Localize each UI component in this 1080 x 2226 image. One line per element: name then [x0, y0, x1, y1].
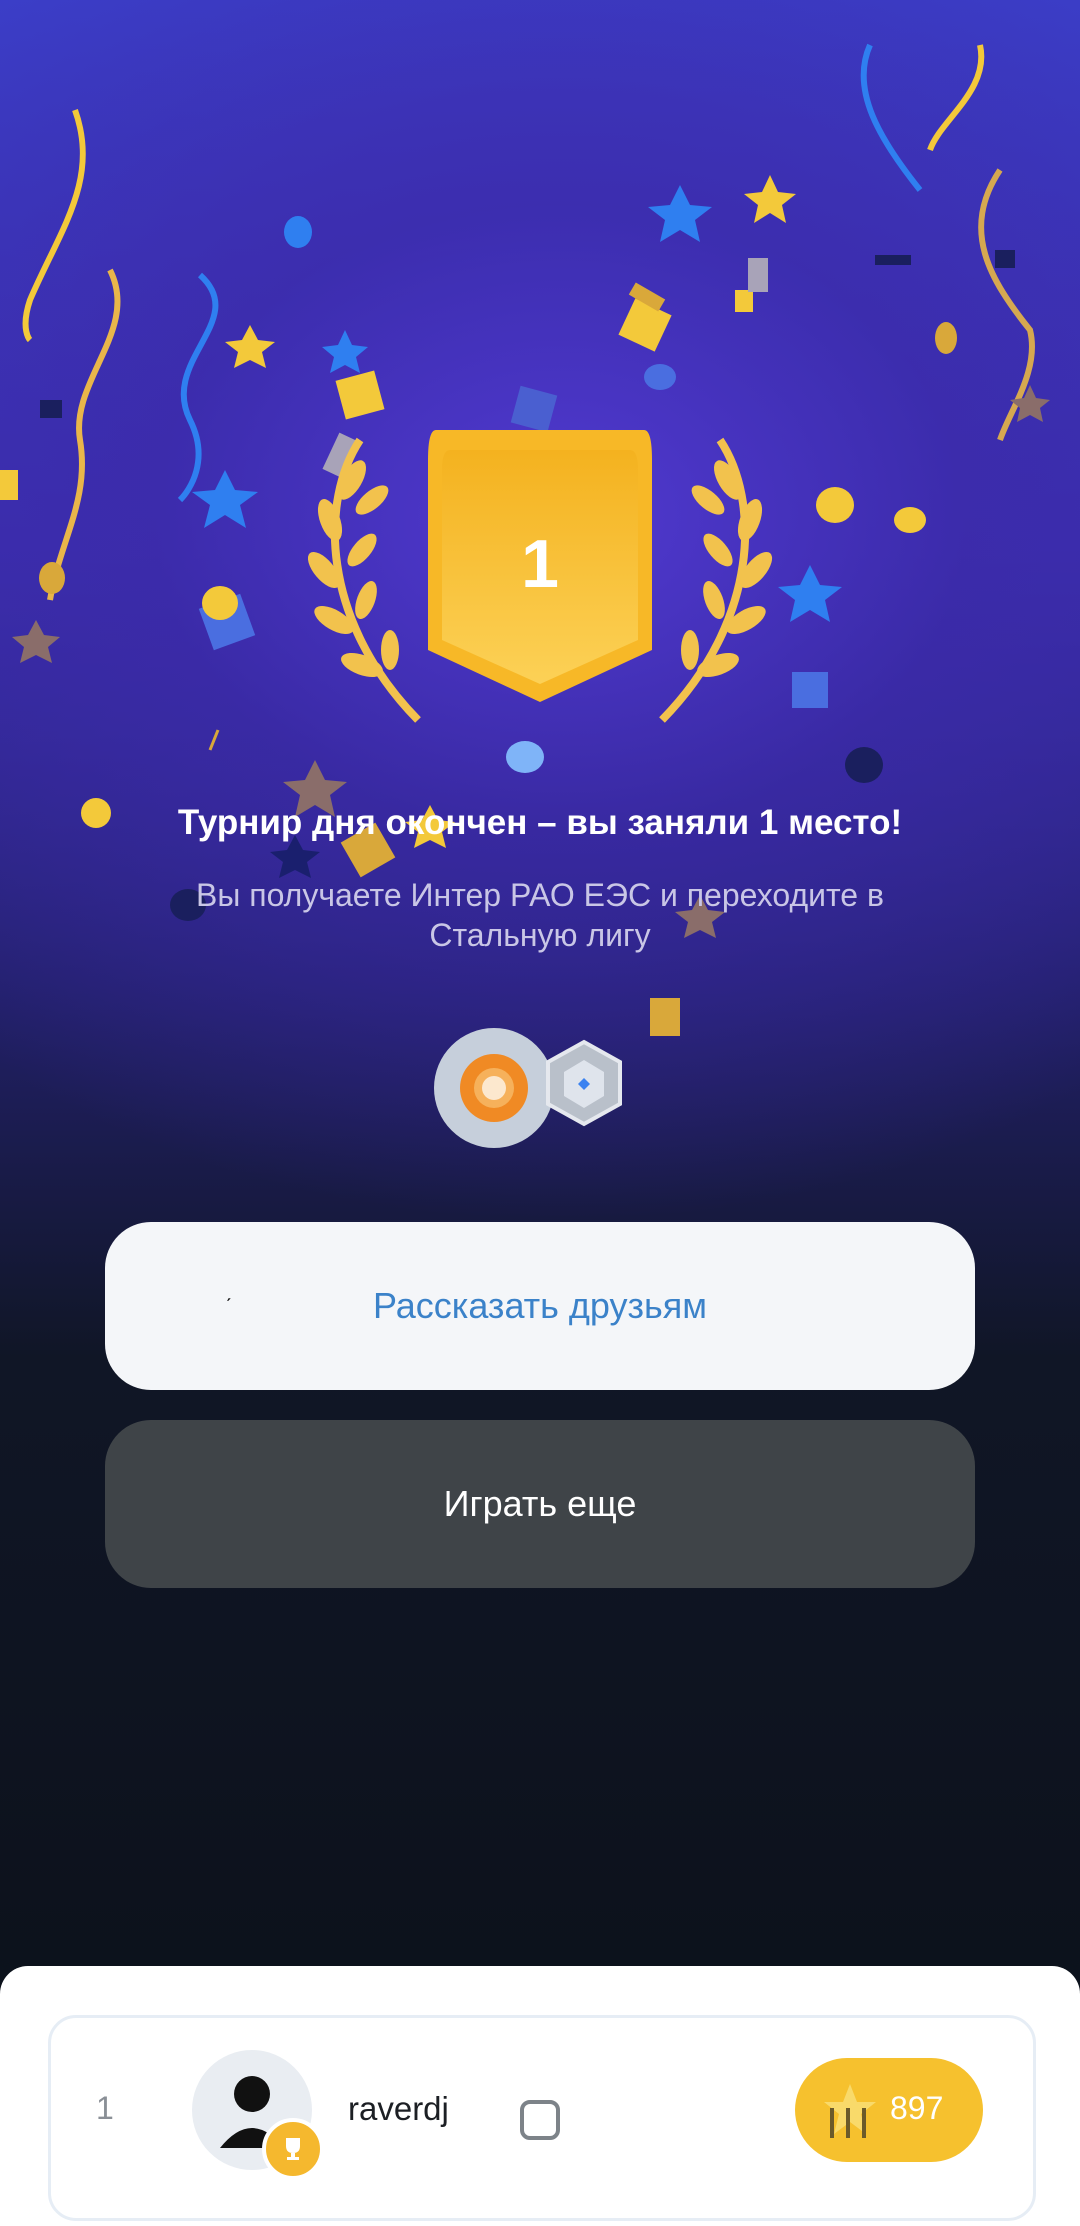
- tournament-result-title: Турнир дня окончен – вы заняли 1 место!: [177, 803, 903, 842]
- score-value: 897: [890, 2090, 944, 2126]
- leaderboard-username: raverdj: [348, 2090, 449, 2127]
- place-number: 1: [521, 526, 559, 602]
- company-logo-icon: [434, 1028, 554, 1148]
- rewards-badges: [434, 1028, 622, 1148]
- play-button-label: Играть еще: [443, 1483, 637, 1524]
- share-glyph-icon: ˏ: [225, 1280, 232, 1302]
- home-square-icon[interactable]: [520, 2100, 560, 2140]
- steel-league-icon: [546, 1039, 622, 1127]
- leaderboard-rank: 1: [96, 2090, 114, 2126]
- share-button-label: Рассказать друзьям: [372, 1285, 708, 1326]
- share-with-friends-button[interactable]: Рассказать друзьям: [105, 1222, 975, 1390]
- star-score-icon: [824, 2084, 876, 2138]
- trophy-icon: [262, 2118, 324, 2180]
- tournament-result-subtitle: Вы получаете Интер РАО ЕЭС и переходите …: [196, 877, 884, 953]
- play-again-button[interactable]: Играть еще: [105, 1420, 975, 1588]
